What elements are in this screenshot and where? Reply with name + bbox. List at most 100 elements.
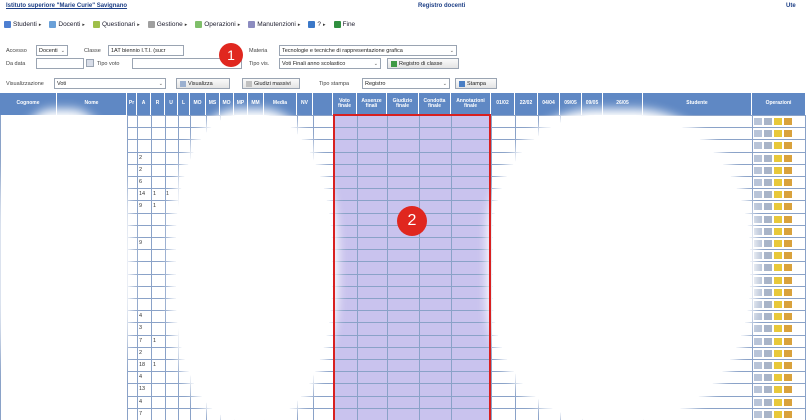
edit-icon[interactable] (754, 337, 762, 345)
list-icon[interactable] (764, 410, 772, 418)
note-icon[interactable] (784, 410, 792, 418)
star-icon[interactable] (774, 362, 782, 369)
edit-icon[interactable] (754, 154, 762, 162)
materia-select[interactable]: Tecnologie e tecniche di rappresentazion… (279, 45, 457, 56)
menu-item-questionari[interactable]: Questionari ▸ (92, 21, 140, 28)
note-icon[interactable] (784, 276, 792, 284)
list-icon[interactable] (764, 288, 772, 296)
calendar-icon[interactable] (86, 59, 94, 67)
list-icon[interactable] (764, 276, 772, 284)
star-icon[interactable] (774, 240, 782, 247)
menu-item-gestione[interactable]: Gestione ▸ (147, 21, 187, 28)
note-icon[interactable] (784, 252, 792, 260)
note-icon[interactable] (784, 227, 792, 235)
tipo-stampa-select[interactable]: Registro ⌄ (362, 78, 450, 89)
column-header[interactable]: 22/02 (515, 93, 538, 115)
column-header[interactable]: U (165, 93, 178, 115)
note-icon[interactable] (784, 166, 792, 174)
edit-icon[interactable] (754, 288, 762, 296)
star-icon[interactable] (774, 264, 782, 272)
note-icon[interactable] (784, 362, 792, 369)
note-icon[interactable] (784, 215, 792, 223)
star-icon[interactable] (774, 118, 782, 125)
column-header[interactable]: MP (234, 93, 248, 115)
column-header[interactable]: Media (264, 93, 297, 115)
column-header[interactable]: Condotta finale (419, 93, 451, 115)
menu-item-studenti[interactable]: Studenti ▸ (4, 21, 41, 28)
column-header[interactable]: A (137, 93, 151, 115)
column-header[interactable]: Studente (643, 93, 752, 115)
school-name[interactable]: Istituto superiore "Marie Curie" Savigna… (6, 3, 127, 9)
column-header[interactable]: L (178, 93, 190, 115)
visualizzazione-select[interactable]: Voti ⌄ (54, 78, 166, 89)
edit-icon[interactable] (754, 130, 762, 138)
star-icon[interactable] (774, 166, 782, 174)
list-icon[interactable] (764, 240, 772, 247)
star-icon[interactable] (774, 337, 782, 345)
star-icon[interactable] (774, 154, 782, 162)
star-icon[interactable] (774, 130, 782, 138)
note-icon[interactable] (784, 203, 792, 211)
star-icon[interactable] (774, 215, 782, 223)
note-icon[interactable] (784, 142, 792, 150)
note-icon[interactable] (784, 349, 792, 357)
edit-icon[interactable] (754, 264, 762, 272)
star-icon[interactable] (774, 349, 782, 357)
list-icon[interactable] (764, 362, 772, 369)
star-icon[interactable] (774, 276, 782, 284)
edit-icon[interactable] (754, 166, 762, 174)
star-icon[interactable] (774, 374, 782, 382)
edit-icon[interactable] (754, 386, 762, 394)
star-icon[interactable] (774, 386, 782, 394)
column-header[interactable]: 09/05 (560, 93, 582, 115)
menu-item-fine[interactable]: Fine (333, 21, 355, 28)
column-header[interactable]: Operazioni (752, 93, 806, 115)
edit-icon[interactable] (754, 142, 762, 150)
star-icon[interactable] (774, 179, 782, 186)
edit-icon[interactable] (754, 118, 762, 125)
accesso-select[interactable]: Docenti ⌄ (36, 45, 68, 56)
note-icon[interactable] (784, 398, 792, 406)
edit-icon[interactable] (754, 240, 762, 247)
note-icon[interactable] (784, 264, 792, 272)
edit-icon[interactable] (754, 410, 762, 418)
list-icon[interactable] (764, 313, 772, 321)
column-header[interactable]: R (151, 93, 165, 115)
list-icon[interactable] (764, 203, 772, 211)
star-icon[interactable] (774, 252, 782, 260)
list-icon[interactable] (764, 166, 772, 174)
edit-icon[interactable] (754, 313, 762, 321)
edit-icon[interactable] (754, 252, 762, 260)
column-header[interactable]: Cognome (0, 93, 57, 115)
edit-icon[interactable] (754, 398, 762, 406)
menu-item-docenti[interactable]: Docenti ▸ (49, 21, 85, 28)
tipo-vis-select[interactable]: Voti Finali anno scolastico ⌄ (279, 58, 381, 69)
edit-icon[interactable] (754, 227, 762, 235)
note-icon[interactable] (784, 374, 792, 382)
column-header[interactable]: Nome (57, 93, 127, 115)
edit-icon[interactable] (754, 349, 762, 357)
note-icon[interactable] (784, 191, 792, 199)
column-header[interactable]: MS (206, 93, 220, 115)
list-icon[interactable] (764, 325, 772, 333)
list-icon[interactable] (764, 191, 772, 199)
list-icon[interactable] (764, 337, 772, 345)
list-icon[interactable] (764, 179, 772, 186)
list-icon[interactable] (764, 349, 772, 357)
star-icon[interactable] (774, 398, 782, 406)
list-icon[interactable] (764, 252, 772, 260)
list-icon[interactable] (764, 386, 772, 394)
list-icon[interactable] (764, 142, 772, 150)
list-icon[interactable] (764, 130, 772, 138)
column-header[interactable]: MO (190, 93, 206, 115)
edit-icon[interactable] (754, 203, 762, 211)
edit-icon[interactable] (754, 374, 762, 382)
classe-select[interactable]: 1AT biennio I.T.I. (sucr (108, 45, 184, 56)
list-icon[interactable] (764, 215, 772, 223)
star-icon[interactable] (774, 325, 782, 333)
star-icon[interactable] (774, 301, 782, 308)
note-icon[interactable] (784, 325, 792, 333)
menu-item-operazioni[interactable]: Operazioni ▸ (195, 21, 240, 28)
column-header[interactable]: Pr (127, 93, 137, 115)
edit-icon[interactable] (754, 215, 762, 223)
